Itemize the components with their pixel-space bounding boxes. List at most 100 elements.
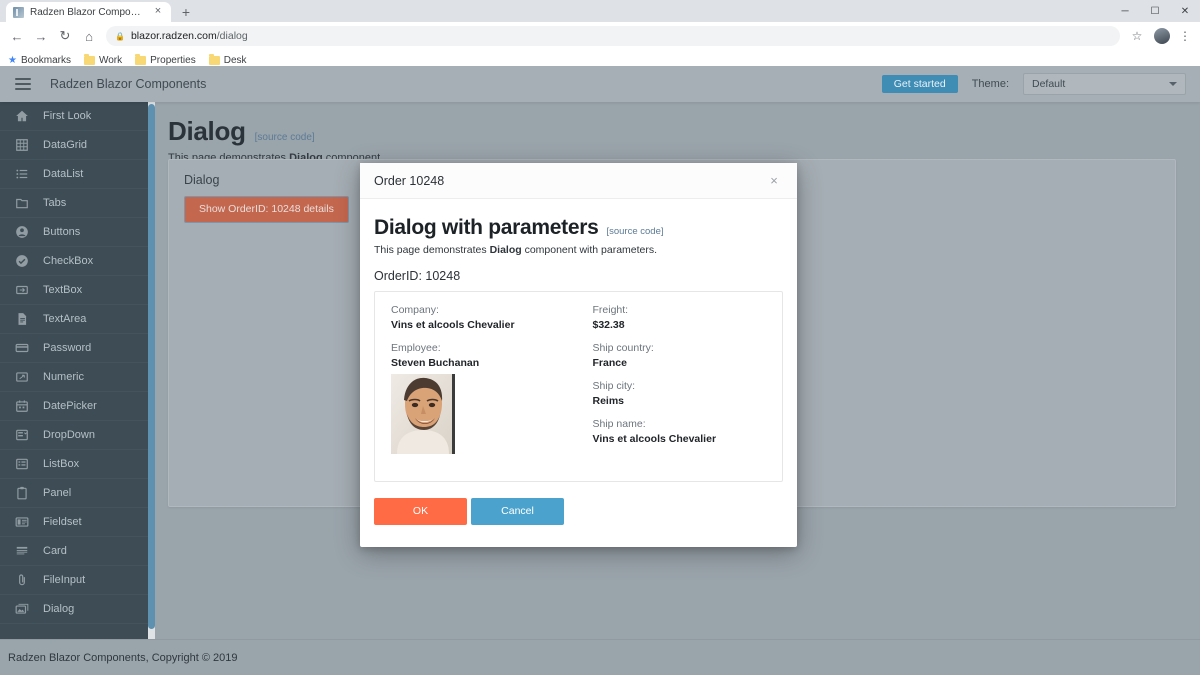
sidebar-item-datepicker[interactable]: DatePicker bbox=[0, 392, 148, 421]
radzen-favicon-icon bbox=[13, 6, 24, 18]
dialog-subtitle-prefix: This page demonstrates bbox=[374, 244, 490, 256]
header-actions: Get started Theme: Default bbox=[881, 73, 1200, 95]
sidebar[interactable]: First Look DataGrid DataList Tabs Buttons Che… bbox=[0, 102, 148, 639]
sidebar-item-dropdown[interactable]: DropDown bbox=[0, 421, 148, 450]
field-value: Vins et alcools Chevalier bbox=[391, 319, 515, 331]
dialog-footer: OK Cancel bbox=[360, 498, 797, 547]
sidebar-item-label: DatePicker bbox=[43, 400, 97, 412]
profile-avatar[interactable] bbox=[1154, 28, 1170, 44]
star-icon: ★ bbox=[8, 55, 17, 66]
bookmark-label: Bookmarks bbox=[20, 55, 71, 66]
browser-window: Radzen Blazor Components × + ─ ☐ ✕ ← → ↻… bbox=[0, 0, 1200, 675]
sidebar-item-password[interactable]: Password bbox=[0, 334, 148, 363]
sidebar-item-listbox[interactable]: ListBox bbox=[0, 450, 148, 479]
window-close-icon[interactable]: ✕ bbox=[1170, 0, 1200, 22]
bookmark-label: Desk bbox=[223, 55, 247, 66]
dialog-heading: Dialog with parameters bbox=[374, 216, 599, 239]
sidebar-item-textbox[interactable]: TextBox bbox=[0, 276, 148, 305]
reload-icon[interactable]: ↻ bbox=[54, 25, 76, 47]
sidebar-item-fieldset[interactable]: Fieldset bbox=[0, 508, 148, 537]
hamburger-icon[interactable] bbox=[0, 66, 46, 102]
sidebar-item-tabs[interactable]: Tabs bbox=[0, 189, 148, 218]
field-employee: Employee: Steven Buchanan bbox=[391, 342, 579, 454]
field-label: Ship name: bbox=[592, 418, 646, 430]
forward-icon[interactable]: → bbox=[30, 25, 52, 47]
address-bar[interactable]: 🔒 blazor.radzen.com/dialog bbox=[106, 26, 1120, 46]
field-value: $32.38 bbox=[592, 319, 625, 331]
cancel-button[interactable]: Cancel bbox=[471, 498, 564, 525]
sidebar-item-datalist[interactable]: DataList bbox=[0, 160, 148, 189]
paperclip-icon bbox=[15, 573, 29, 587]
employee-photo bbox=[391, 374, 455, 454]
sidebar-item-datagrid[interactable]: DataGrid bbox=[0, 131, 148, 160]
toolbar-actions: ☆ ⋮ bbox=[1126, 25, 1194, 47]
home-icon[interactable]: ⌂ bbox=[78, 25, 100, 47]
bookmark-item-bookmarks[interactable]: ★ Bookmarks bbox=[8, 55, 71, 66]
bookmark-star-icon[interactable]: ☆ bbox=[1126, 25, 1148, 47]
get-started-button[interactable]: Get started bbox=[881, 74, 958, 94]
theme-dropdown[interactable]: Default bbox=[1023, 73, 1186, 95]
bookmark-item-work[interactable]: Work bbox=[83, 54, 123, 66]
field-value: France bbox=[592, 357, 627, 369]
sidebar-item-panel[interactable]: Panel bbox=[0, 479, 148, 508]
page-source-code-link[interactable]: [source code] bbox=[255, 132, 315, 143]
document-icon bbox=[15, 312, 29, 326]
folder-icon bbox=[208, 54, 220, 65]
dialog-source-code-link[interactable]: [source code] bbox=[606, 226, 663, 237]
close-icon[interactable]: × bbox=[152, 6, 164, 18]
field-value: Reims bbox=[592, 395, 625, 407]
ok-button[interactable]: OK bbox=[374, 498, 467, 525]
page-footer: Radzen Blazor Components, Copyright © 20… bbox=[0, 639, 1200, 675]
maximize-icon[interactable]: ☐ bbox=[1140, 0, 1170, 22]
browser-menu-icon[interactable]: ⋮ bbox=[1176, 25, 1194, 47]
sidebar-item-label: Buttons bbox=[43, 226, 81, 238]
theme-selected-value: Default bbox=[1032, 78, 1066, 90]
sidebar-item-fileinput[interactable]: FileInput bbox=[0, 566, 148, 595]
field-company: Company: Vins et alcools Chevalier bbox=[391, 304, 579, 331]
sidebar-item-textarea[interactable]: TextArea bbox=[0, 305, 148, 334]
show-order-details-button[interactable]: Show OrderID: 10248 details bbox=[184, 196, 349, 223]
dialog-titlebar: Order 10248 × bbox=[360, 163, 797, 199]
app-title: Radzen Blazor Components bbox=[50, 77, 207, 91]
card-icon bbox=[15, 341, 29, 355]
sidebar-item-label: ListBox bbox=[43, 458, 80, 470]
field-label: Freight: bbox=[592, 304, 629, 316]
sidebar-scrollbar-thumb[interactable] bbox=[148, 104, 155, 629]
url-domain: blazor.radzen.com bbox=[130, 30, 217, 42]
bookmark-label: Properties bbox=[150, 55, 196, 66]
sidebar-item-label: Password bbox=[43, 342, 92, 354]
sidebar-item-label: DataGrid bbox=[43, 139, 88, 151]
theme-label: Theme: bbox=[971, 78, 1009, 90]
back-icon[interactable]: ← bbox=[6, 25, 28, 47]
sidebar-item-label: Panel bbox=[43, 487, 72, 499]
grid-icon bbox=[15, 138, 29, 152]
employee-photo-illustration bbox=[391, 374, 452, 454]
list-icon bbox=[15, 167, 29, 181]
new-tab-button[interactable]: + bbox=[175, 2, 197, 22]
field-value: Vins et alcools Chevalier bbox=[592, 433, 717, 445]
sidebar-item-first-look[interactable]: First Look bbox=[0, 102, 148, 131]
browser-tab[interactable]: Radzen Blazor Components × bbox=[6, 2, 171, 22]
field-ship-country: Ship country: France bbox=[593, 342, 767, 369]
page-title: Dialog bbox=[168, 116, 246, 146]
textbox-icon bbox=[15, 283, 29, 297]
field-label: Ship city: bbox=[592, 380, 636, 392]
calendar-icon bbox=[15, 399, 29, 413]
bookmark-item-desk[interactable]: Desk bbox=[208, 54, 247, 66]
close-icon[interactable]: × bbox=[765, 172, 783, 190]
bookmark-item-properties[interactable]: Properties bbox=[135, 54, 196, 66]
sidebar-item-checkbox[interactable]: CheckBox bbox=[0, 247, 148, 276]
minimize-icon[interactable]: ─ bbox=[1110, 0, 1140, 22]
field-label: Ship country: bbox=[592, 342, 654, 354]
clipboard-icon bbox=[15, 486, 29, 500]
sidebar-item-label: CheckBox bbox=[43, 255, 94, 267]
browser-toolbar: ← → ↻ ⌂ 🔒 blazor.radzen.com/dialog ☆ ⋮ bbox=[0, 22, 1200, 50]
sidebar-item-card[interactable]: Card bbox=[0, 537, 148, 566]
sidebar-item-numeric[interactable]: Numeric bbox=[0, 363, 148, 392]
sidebar-item-buttons[interactable]: Buttons bbox=[0, 218, 148, 247]
bookmark-label: Work bbox=[98, 55, 123, 66]
tab-title: Radzen Blazor Components bbox=[30, 6, 146, 18]
page-title-row: Dialog [source code] bbox=[168, 116, 1200, 147]
order-dialog: Order 10248 × Dialog with parameters [so… bbox=[360, 163, 797, 547]
sidebar-item-dialog[interactable]: Dialog bbox=[0, 595, 148, 624]
